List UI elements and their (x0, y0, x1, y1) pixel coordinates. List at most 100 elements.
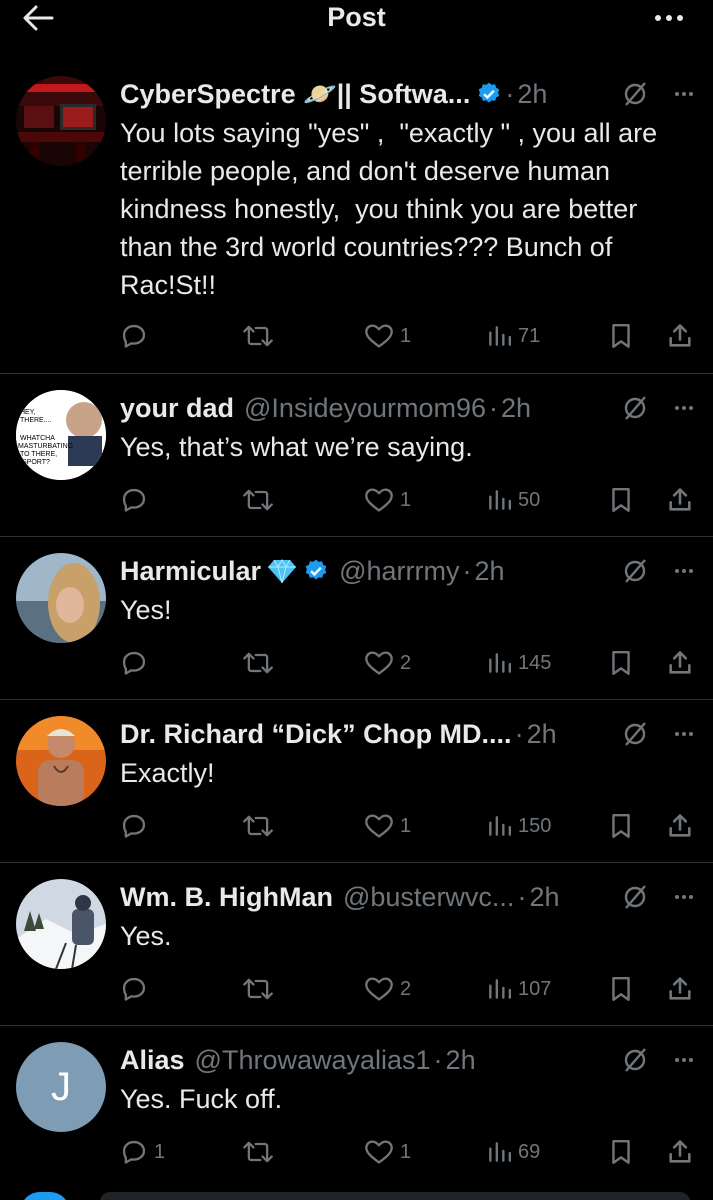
timestamp[interactable]: 2h (529, 882, 559, 913)
meme-text: HEY, (20, 409, 35, 416)
retweet-button[interactable] (242, 316, 280, 356)
reply-count: 1 (154, 1140, 166, 1163)
more-options-icon[interactable] (672, 895, 693, 899)
retweet-button[interactable] (242, 806, 280, 846)
retweet-button[interactable] (242, 1132, 280, 1172)
reply-text: Yes, that’s what we’re saying. (120, 432, 473, 462)
share-button[interactable] (666, 1132, 694, 1172)
reply-item[interactable]: CyberSpectre 🪐|| Softwa... · 2h You lots… (0, 60, 713, 374)
separator-dot: · (489, 392, 499, 423)
share-button[interactable] (666, 969, 694, 1009)
user-handle[interactable]: @Insideyourmom96 (244, 393, 486, 424)
bookmark-icon (612, 1140, 630, 1164)
retweet-button[interactable] (242, 480, 280, 520)
reply-header: Harmicular @harrrmy · 2h (120, 551, 693, 591)
display-name[interactable]: Wm. B. HighMan (120, 882, 333, 913)
reply-button[interactable] (120, 480, 154, 520)
display-name[interactable]: Harmicular (120, 556, 261, 587)
avatar[interactable] (16, 76, 106, 166)
views-button[interactable]: 50 (486, 480, 540, 520)
reply-button[interactable] (120, 969, 154, 1009)
more-options-icon[interactable] (672, 1058, 693, 1062)
composer-avatar (20, 1192, 70, 1200)
more-options-icon[interactable] (672, 732, 693, 736)
views-button[interactable]: 107 (486, 969, 551, 1009)
views-button[interactable]: 150 (486, 806, 551, 846)
share-button[interactable] (666, 643, 694, 683)
views-button[interactable]: 69 (486, 1132, 540, 1172)
views-button[interactable]: 71 (486, 316, 540, 356)
display-name[interactable]: CyberSpectre 🪐|| Softwa... (120, 78, 470, 110)
bookmark-button[interactable] (608, 1132, 634, 1172)
like-button[interactable]: 2 (364, 969, 411, 1009)
reply-item[interactable]: Harmicular @harrrmy · 2h Yes! 2 145 (0, 537, 713, 700)
reply-item[interactable]: Dr. Richard “Dick” Chop MD.... · 2h Exac… (0, 700, 713, 863)
reply-text: Yes. Fuck off. (120, 1084, 283, 1114)
reply-item[interactable]: Wm. B. HighMan @busterwvc... · 2h Yes. 2… (0, 863, 713, 1026)
reply-button[interactable] (120, 806, 154, 846)
share-button[interactable] (666, 806, 694, 846)
user-handle[interactable]: @Throwawayalias1 (195, 1045, 431, 1076)
avatar[interactable] (16, 553, 106, 643)
reply-icon (122, 814, 146, 838)
grok-icon[interactable] (620, 556, 650, 586)
bookmark-button[interactable] (608, 643, 634, 683)
more-options-icon[interactable] (672, 92, 693, 96)
reply-composer-edge[interactable] (100, 1192, 690, 1200)
timestamp[interactable]: 2h (527, 719, 557, 750)
reply-button[interactable] (120, 316, 154, 356)
bookmark-icon (612, 324, 630, 348)
grok-icon[interactable] (620, 719, 650, 749)
views-button[interactable]: 145 (486, 643, 551, 683)
more-dot-icon (655, 15, 661, 21)
timestamp[interactable]: 2h (474, 556, 504, 587)
avatar[interactable] (16, 879, 106, 969)
like-button[interactable]: 1 (364, 1132, 411, 1172)
display-name[interactable]: Dr. Richard “Dick” Chop MD.... (120, 719, 512, 750)
share-button[interactable] (666, 480, 694, 520)
reply-text: Exactly! (120, 758, 215, 788)
grok-icon[interactable] (620, 79, 650, 109)
avatar[interactable]: J (16, 1042, 106, 1132)
grok-icon[interactable] (620, 1045, 650, 1075)
bookmark-button[interactable] (608, 969, 634, 1009)
more-options-icon[interactable] (672, 569, 693, 573)
reply-icon (122, 1140, 146, 1164)
user-handle[interactable]: @busterwvc... (343, 882, 514, 913)
timestamp[interactable]: 2h (446, 1045, 476, 1076)
reply-item[interactable]: HEY, THERE.... WHATCHA MASTURBATING TO T… (0, 374, 713, 537)
bookmark-button[interactable] (608, 480, 634, 520)
like-button[interactable]: 2 (364, 643, 411, 683)
bookmark-button[interactable] (608, 316, 634, 356)
like-button[interactable]: 1 (364, 806, 411, 846)
user-handle[interactable]: @harrrmy (339, 556, 459, 587)
display-name[interactable]: your dad (120, 393, 234, 424)
man-photo-icon (16, 716, 106, 806)
reply-item[interactable]: J Alias @Throwawayalias1 · 2h Yes. Fuck … (0, 1026, 713, 1189)
avatar[interactable] (16, 716, 106, 806)
like-button[interactable]: 1 (364, 480, 411, 520)
timestamp[interactable]: 2h (517, 79, 547, 110)
retweet-icon (243, 1141, 273, 1163)
grok-icon[interactable] (620, 393, 650, 423)
avatar[interactable]: HEY, THERE.... WHATCHA MASTURBATING TO T… (16, 390, 106, 480)
retweet-button[interactable] (242, 643, 280, 683)
display-name[interactable]: Alias (120, 1045, 185, 1076)
grok-icon[interactable] (620, 882, 650, 912)
page-title: Post (327, 2, 386, 32)
bookmark-button[interactable] (608, 806, 634, 846)
retweet-icon (243, 325, 273, 347)
action-bar: 1 71 (120, 316, 695, 356)
more-options-icon[interactable] (672, 406, 693, 410)
more-options-button[interactable] (650, 2, 683, 34)
retweet-button[interactable] (242, 969, 280, 1009)
timestamp[interactable]: 2h (501, 393, 531, 424)
view-count: 107 (518, 977, 552, 1000)
reply-icon (122, 977, 146, 1001)
share-button[interactable] (666, 316, 694, 356)
like-count: 2 (400, 977, 412, 1000)
reply-button[interactable] (120, 643, 154, 683)
reply-button[interactable]: 1 (120, 1132, 165, 1172)
meme-avatar-image: HEY, THERE.... WHATCHA MASTURBATING TO T… (16, 390, 106, 480)
like-button[interactable]: 1 (364, 316, 411, 356)
